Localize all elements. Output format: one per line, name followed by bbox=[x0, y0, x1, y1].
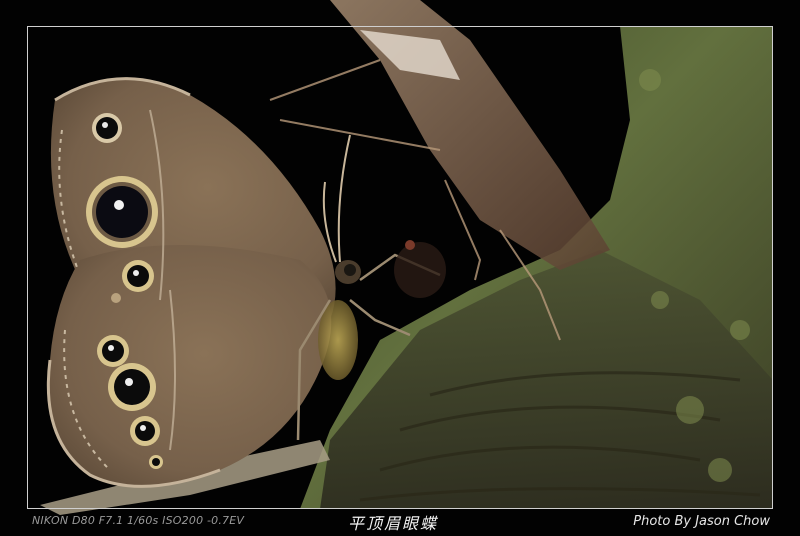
butterfly-photo bbox=[0, 0, 800, 536]
photo-credit: Photo By Jason Chow bbox=[633, 514, 770, 529]
exif-caption: NIKON D80 F7.1 1/60s ISO200 -0.7EV bbox=[32, 514, 245, 527]
species-title: 平顶眉眼蝶 bbox=[348, 514, 439, 533]
